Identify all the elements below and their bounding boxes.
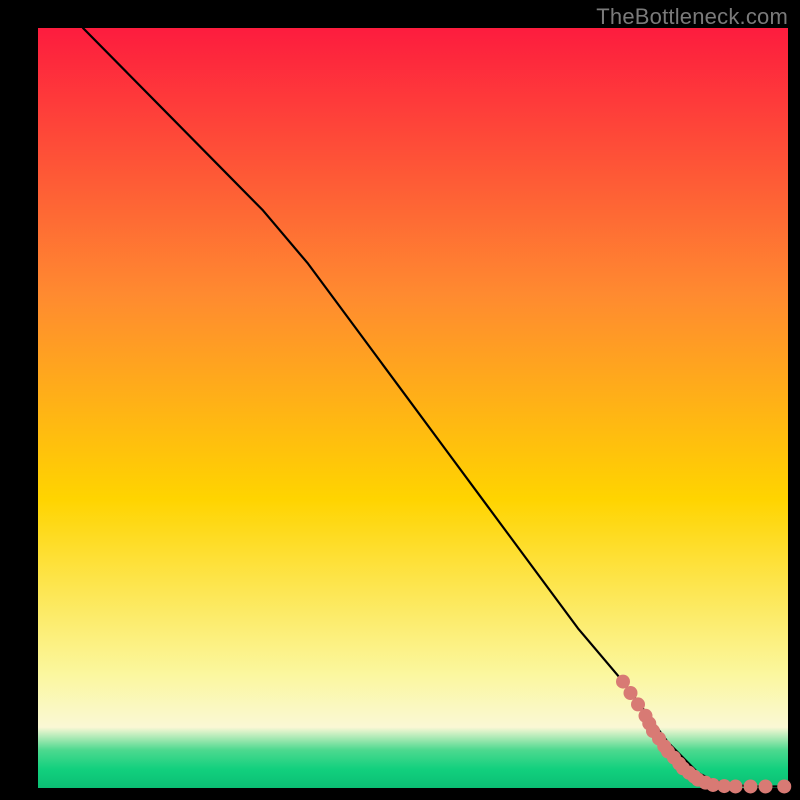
scatter-point [777, 779, 791, 793]
attribution-label: TheBottleneck.com [596, 4, 788, 30]
plot-background [38, 28, 788, 788]
scatter-point [631, 697, 645, 711]
scatter-point [729, 779, 743, 793]
scatter-point [624, 686, 638, 700]
bottleneck-chart [0, 0, 800, 800]
chart-frame: TheBottleneck.com [0, 0, 800, 800]
scatter-point [616, 675, 630, 689]
scatter-point [759, 779, 773, 793]
scatter-point [744, 779, 758, 793]
